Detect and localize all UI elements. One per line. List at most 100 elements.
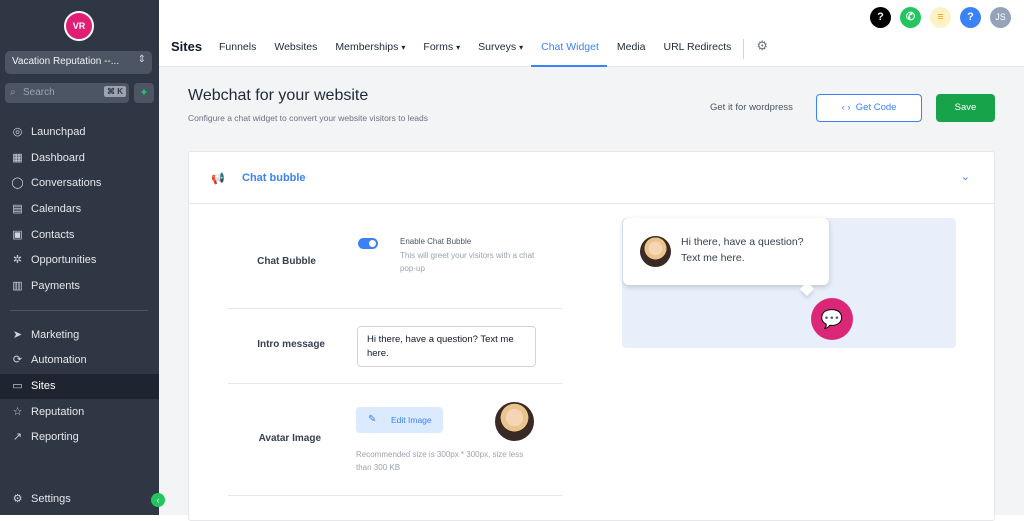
sidebar-item-automation[interactable]: ⟳ Automation: [0, 348, 159, 373]
code-icon: ‹ ›: [841, 102, 856, 113]
tab-funnels[interactable]: Funnels: [209, 35, 264, 67]
page-title: Webchat for your website: [188, 87, 369, 104]
preview-message: Hi there, have a question? Text me here.: [681, 236, 804, 264]
sidebar-item-marketing[interactable]: ➤ Marketing: [0, 323, 159, 348]
preview-bubble: Hi there, have a question? Text me here.: [623, 218, 829, 285]
sidebar-item-conversations[interactable]: ◯ Conversations: [0, 171, 159, 196]
tab-label: Funnels: [219, 41, 257, 53]
automation-icon: ⟳: [12, 354, 23, 366]
tab-forms[interactable]: Forms ▾: [413, 35, 468, 67]
tab-bar: Funnels Websites Memberships ▾ Forms ▾ Sur…: [209, 35, 772, 67]
quick-action-icon[interactable]: ✦: [134, 83, 154, 103]
brand-logo[interactable]: VR: [64, 11, 94, 41]
sites-icon: ▭: [12, 380, 23, 392]
sidebar-item-reputation[interactable]: ☆ Reputation: [0, 400, 159, 425]
list-icon[interactable]: ≡: [930, 7, 951, 28]
get-code-label: Get Code: [855, 102, 897, 113]
get-code-button[interactable]: ‹ › Get Code: [816, 94, 922, 122]
chat-icon: ◯: [11, 177, 24, 189]
help-icon[interactable]: ?: [960, 7, 981, 28]
row-divider: [228, 495, 562, 496]
sidebar-item-label: Launchpad: [31, 126, 86, 138]
tab-label: Media: [616, 41, 646, 53]
main-content: Webchat for your website Configure a cha…: [159, 67, 1024, 521]
intro-message-field[interactable]: Hi there, have a question? Text me here.: [357, 326, 536, 367]
chat-bubble-card: 📢 Chat bubble ⌄ Chat Bubble Enable Chat …: [188, 151, 995, 521]
sidebar-item-calendars[interactable]: ▤ Calendars: [0, 197, 159, 222]
section-title: Sites: [171, 39, 203, 54]
account-switcher[interactable]: Vacation Reputation --... ⇕: [5, 51, 152, 74]
chevron-down-icon: ▾: [456, 43, 461, 52]
edit-image-label: Edit Image: [391, 415, 432, 425]
chevron-down-icon: ▾: [401, 43, 406, 52]
card-title: Chat bubble: [242, 172, 306, 184]
sidebar-item-launchpad[interactable]: ◎ Launchpad: [0, 120, 159, 145]
sidebar-item-opportunities[interactable]: ✲ Opportunities: [0, 248, 159, 273]
search-input[interactable]: ⌕ Search ⌘ K: [5, 83, 129, 103]
collapse-sidebar-icon[interactable]: ‹: [151, 493, 165, 507]
sidebar-item-label: Contacts: [31, 229, 75, 241]
sidebar-item-sites[interactable]: ▭ Sites: [0, 374, 159, 399]
wordpress-link[interactable]: Get it for wordpress: [710, 102, 793, 113]
sidebar-item-payments[interactable]: ▥ Payments: [0, 274, 159, 299]
enable-chat-bubble-toggle[interactable]: [358, 238, 378, 249]
toggle-title: Enable Chat Bubble: [400, 237, 472, 246]
sidebar-item-label: Opportunities: [31, 254, 97, 266]
card-header[interactable]: 📢 Chat bubble ⌄: [189, 152, 994, 204]
tab-chat-widget[interactable]: Chat Widget: [531, 35, 607, 67]
top-bar: Sites Funnels Websites Memberships ▾ Form…: [159, 0, 1024, 67]
payments-icon: ▥: [12, 280, 23, 292]
account-name: Vacation Reputation --...: [12, 56, 120, 67]
tab-divider: [743, 39, 745, 59]
intro-message-label: Intro message: [257, 339, 325, 350]
chat-preview: Hi there, have a question? Text me here.…: [622, 218, 956, 348]
chevron-updown-icon: ⇕: [137, 54, 146, 65]
sidebar-item-dashboard[interactable]: ▦ Dashboard: [0, 146, 159, 171]
sidebar-item-label: Automation: [31, 354, 87, 366]
tab-surveys[interactable]: Surveys ▾: [468, 35, 531, 67]
star-icon: ☆: [12, 406, 23, 418]
chart-icon: ↗: [12, 431, 23, 443]
tab-label: Memberships: [335, 41, 399, 53]
edit-icon: ✎: [368, 414, 377, 425]
chevron-down-icon: ▾: [519, 43, 524, 52]
help-black-icon[interactable]: ?: [870, 7, 891, 28]
chat-bubble-icon: 💬: [811, 298, 853, 340]
chat-bubble-label: Chat Bubble: [257, 256, 316, 267]
search-icon: ⌕: [10, 87, 16, 98]
calendar-icon: ▤: [12, 203, 23, 215]
row-divider: [228, 308, 562, 309]
tab-memberships[interactable]: Memberships ▾: [325, 35, 413, 67]
sidebar-item-label: Marketing: [31, 329, 80, 341]
sidebar-item-settings[interactable]: ⚙ Settings: [0, 487, 159, 512]
sidebar-item-contacts[interactable]: ▣ Contacts: [0, 223, 159, 248]
contacts-icon: ▣: [12, 229, 23, 241]
phone-icon[interactable]: ✆: [900, 7, 921, 28]
edit-image-button[interactable]: ✎ Edit Image: [356, 407, 443, 433]
sidebar-item-reporting[interactable]: ↗ Reporting: [0, 425, 159, 450]
tab-label: Surveys: [478, 41, 517, 53]
sidebar-item-label: Reputation: [31, 406, 85, 418]
tab-media[interactable]: Media: [607, 35, 654, 67]
rocket-icon: ◎: [12, 126, 23, 138]
row-divider: [228, 383, 562, 384]
dashboard-icon: ▦: [12, 152, 23, 164]
opportunities-icon: ✲: [12, 254, 23, 266]
sidebar-item-label: Sites: [31, 380, 56, 392]
tab-websites[interactable]: Websites: [264, 35, 325, 67]
tab-label: Chat Widget: [541, 41, 599, 53]
page-subtitle: Configure a chat widget to convert your …: [188, 113, 429, 123]
toggle-description: This will greet your visitors with a cha…: [400, 251, 535, 273]
save-button[interactable]: Save: [936, 94, 995, 122]
search-shortcut: ⌘ K: [104, 86, 126, 97]
sidebar-item-label: Settings: [31, 493, 71, 505]
tab-url-redirects[interactable]: URL Redirects: [654, 35, 740, 67]
tab-label: Websites: [274, 41, 318, 53]
preview-avatar: [640, 236, 671, 267]
search-placeholder: Search: [23, 87, 55, 98]
gear-icon[interactable]: ⚙: [750, 35, 772, 67]
sidebar-item-label: Reporting: [31, 431, 79, 443]
sidebar: VR Vacation Reputation --... ⇕ ⌕ Search …: [0, 0, 159, 515]
user-avatar[interactable]: JS: [990, 7, 1011, 28]
chevron-down-icon[interactable]: ⌄: [961, 170, 970, 183]
